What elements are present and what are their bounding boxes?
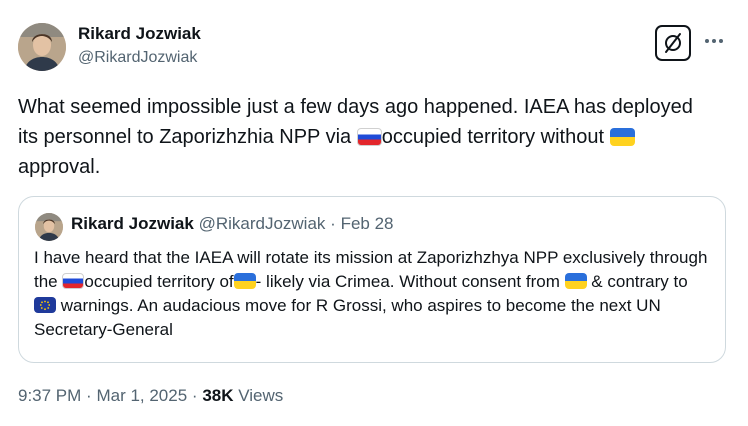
author-avatar[interactable] xyxy=(18,23,66,71)
meta-separator: · xyxy=(86,386,92,405)
views-count: 38K xyxy=(202,386,234,405)
meta-separator: · xyxy=(191,386,198,405)
author-info: Rikard Jozwiak @RikardJozwiak xyxy=(78,24,201,68)
quote-avatar-image xyxy=(35,213,63,241)
tweet-text-part: occupied territory without xyxy=(381,126,610,148)
russia-flag-icon xyxy=(356,128,382,146)
russia-flag-icon xyxy=(62,273,85,289)
grok-icon xyxy=(665,33,681,53)
author-name[interactable]: Rikard Jozwiak xyxy=(78,24,201,44)
quote-text-part: & contrary to xyxy=(586,272,688,291)
more-dot xyxy=(712,39,716,43)
tweet-text: What seemed impossible just a few days a… xyxy=(18,92,718,182)
quote-separator: · xyxy=(330,214,336,233)
tweet-date[interactable]: Mar 1, 2025 xyxy=(96,386,187,405)
quote-text-part: - likely via Crimea. Without consent fro… xyxy=(255,272,565,291)
author-avatar-image xyxy=(18,23,66,71)
grok-button[interactable] xyxy=(655,25,691,61)
tweet-meta: 9:37 PM · Mar 1, 2025 · 38K Views xyxy=(18,385,283,407)
more-dot xyxy=(719,39,723,43)
quote-author-handle[interactable]: @RikardJozwiak xyxy=(199,214,326,233)
quote-header: Rikard Jozwiak @RikardJozwiak · Feb 28 xyxy=(71,214,394,234)
author-handle[interactable]: @RikardJozwiak xyxy=(78,48,201,68)
tweet-text-part: approval. xyxy=(18,156,101,178)
more-icon[interactable] xyxy=(702,31,726,51)
ukraine-flag-icon xyxy=(233,273,256,289)
quote-text-part: warnings. An audacious move for R Grossi… xyxy=(34,296,661,339)
ukraine-flag-icon xyxy=(564,273,587,289)
ukraine-flag-icon xyxy=(609,128,635,146)
quote-author-name[interactable]: Rikard Jozwiak xyxy=(71,214,194,233)
more-dot xyxy=(705,39,709,43)
eu-flag-icon xyxy=(34,297,56,313)
quote-author-avatar[interactable] xyxy=(35,213,63,241)
quote-text-part: occupied territory of xyxy=(84,272,234,291)
quote-date[interactable]: Feb 28 xyxy=(341,214,394,233)
tweet-time[interactable]: 9:37 PM xyxy=(18,386,81,405)
quoted-tweet[interactable]: Rikard Jozwiak @RikardJozwiak · Feb 28 I… xyxy=(18,196,726,363)
quote-text: I have heard that the IAEA will rotate i… xyxy=(34,246,714,342)
views-label: Views xyxy=(238,386,284,405)
